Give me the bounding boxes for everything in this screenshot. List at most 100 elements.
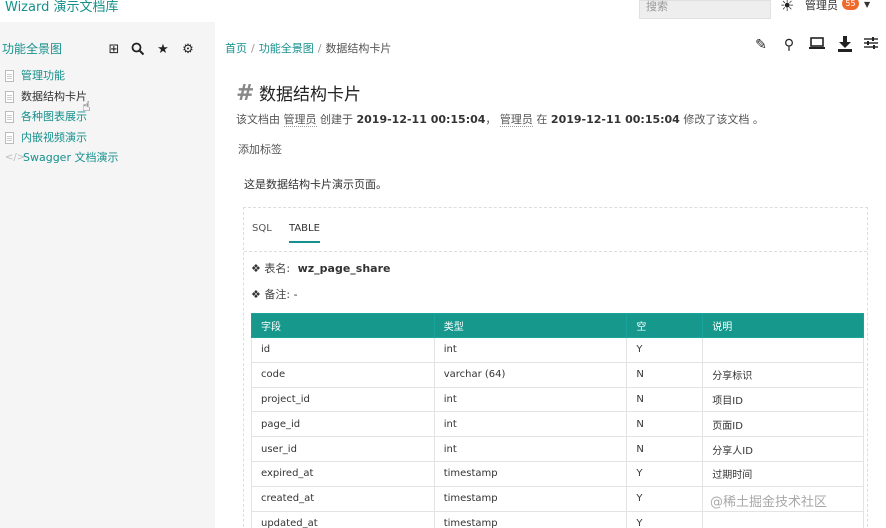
code-icon: </>: [5, 152, 26, 163]
attachment-paperclip-icon[interactable]: ⚲: [780, 36, 798, 54]
cell-field: created_at: [251, 485, 435, 512]
mouse-cursor-icon: ☝: [82, 99, 91, 115]
cell-null: Y: [626, 485, 704, 512]
watermark: @稀土掘金技术社区: [710, 495, 828, 510]
table-name-value: wz_page_share: [297, 262, 391, 275]
meta-suffix: 修改了该文档 。: [683, 113, 764, 126]
cell-type: varchar (64): [433, 361, 628, 388]
sidebar-item-label: 内嵌视频演示: [21, 130, 87, 144]
breadcrumb-home[interactable]: 首页: [225, 42, 247, 55]
document-icon: [5, 111, 14, 123]
table-name-label: 表名:: [264, 262, 291, 275]
intro-text: 这是数据结构卡片演示页面。: [244, 178, 387, 191]
cell-field: id: [251, 337, 435, 363]
breadcrumb: 首页 / 功能全景图 / 数据结构卡片: [225, 42, 391, 56]
table-row: id int Y: [251, 337, 864, 363]
sidebar-item-swagger[interactable]: </> Swagger 文档演示: [0, 148, 215, 169]
meta-created-at: 2019-12-11 00:15:04: [356, 113, 486, 126]
meta-modifier-link[interactable]: 管理员: [499, 113, 533, 127]
cell-field: expired_at: [251, 460, 435, 487]
search-icon[interactable]: [130, 42, 146, 58]
breadcrumb-separator: /: [317, 42, 322, 55]
cell-desc: 分享标识: [702, 361, 864, 388]
tab-table[interactable]: TABLE: [289, 222, 320, 243]
cell-desc: 项目ID: [702, 386, 864, 413]
diamond-bullet-icon: ❖: [251, 288, 261, 301]
column-header-field: 字段: [251, 313, 435, 338]
table-name-line: ❖ 表名: wz_page_share: [251, 262, 390, 276]
cell-null: N: [626, 436, 704, 462]
cell-null: Y: [626, 460, 704, 487]
meta-created-label: 创建于: [320, 113, 353, 126]
star-icon[interactable]: ★: [155, 42, 171, 58]
laptop-present-icon[interactable]: [808, 36, 826, 54]
sidebar-item-data-card[interactable]: 数据结构卡片: [0, 87, 215, 108]
sidebar-item-manage[interactable]: 管理功能: [0, 66, 215, 87]
tab-sql[interactable]: SQL: [252, 222, 272, 236]
comment-label: 备注:: [264, 288, 291, 301]
add-document-icon[interactable]: ⊞: [106, 42, 122, 58]
sidebar-item-label: 各种图表展示: [21, 110, 87, 123]
user-menu[interactable]: 管理员: [805, 0, 838, 12]
table-comment-line: ❖ 备注: -: [251, 288, 298, 302]
sidebar-item-label: 数据结构卡片: [21, 89, 87, 103]
download-icon[interactable]: [836, 36, 854, 54]
cell-field: page_id: [251, 411, 435, 438]
gear-icon[interactable]: ⚙: [180, 42, 196, 58]
cell-null: Y: [626, 337, 704, 363]
hash-icon: #: [236, 81, 255, 106]
cell-field: updated_at: [251, 510, 435, 528]
top-bar: Wizard 演示文档库 搜索 ☀ 管理员 55 ▼: [0, 0, 886, 22]
app-brand[interactable]: Wizard 演示文档库: [5, 0, 118, 16]
diamond-bullet-icon: ❖: [251, 262, 261, 275]
sidebar-item-video[interactable]: 内嵌视频演示: [0, 128, 215, 149]
cell-type: timestamp: [433, 510, 628, 528]
document-icon: [5, 70, 14, 82]
meta-modified-label: 在: [536, 113, 548, 126]
document-icon: [5, 90, 14, 103]
table-row: code varchar (64) N 分享标识: [251, 361, 864, 388]
sidebar-title[interactable]: 功能全景图: [2, 42, 62, 56]
document-meta: 该文档由 管理员 创建于 2019-12-11 00:15:04， 管理员 在 …: [236, 113, 764, 127]
cell-type: int: [433, 436, 628, 462]
cell-field: code: [251, 361, 435, 388]
breadcrumb-current: 数据结构卡片: [325, 42, 392, 55]
cell-desc: [702, 337, 864, 363]
add-tag-button[interactable]: 添加标签: [238, 143, 282, 157]
table-row: project_id int N 项目ID: [251, 386, 864, 413]
data-structure-card: SQL TABLE ❖ 表名: wz_page_share ❖ 备注: - 字段…: [243, 207, 868, 528]
cell-desc: 分享人ID: [702, 436, 864, 462]
breadcrumb-parent[interactable]: 功能全景图: [259, 42, 314, 55]
table-header-row: 字段 类型 空 说明: [251, 313, 864, 338]
cell-type: int: [433, 411, 628, 438]
notification-badge[interactable]: 55: [842, 0, 859, 10]
table-row: user_id int N 分享人ID: [251, 436, 864, 462]
cell-type: timestamp: [433, 485, 628, 512]
edit-pencil-icon[interactable]: ✎: [752, 36, 770, 54]
cell-null: Y: [626, 510, 704, 528]
breadcrumb-separator: /: [251, 42, 255, 55]
cell-desc: 页面ID: [702, 411, 864, 438]
comment-value: -: [293, 288, 298, 301]
column-header-desc: 说明: [702, 313, 864, 338]
document-toolbar: ✎ ⚲: [752, 36, 882, 54]
cell-desc: 过期时间: [702, 460, 864, 487]
table-row: expired_at timestamp Y 过期时间: [251, 460, 864, 487]
search-input[interactable]: 搜索: [639, 0, 771, 19]
document-content: # 数据结构卡片 该文档由 管理员 创建于 2019-12-11 00:15:0…: [215, 66, 886, 528]
meta-comma: ，: [485, 113, 497, 126]
column-header-null: 空: [626, 313, 704, 338]
sidebar-item-label: 管理功能: [21, 69, 65, 82]
sidebar-item-label: Swagger 文档演示: [23, 151, 119, 164]
meta-prefix: 该文档由: [236, 113, 280, 126]
settings-sliders-icon[interactable]: [862, 36, 880, 54]
theme-toggle-sun-icon[interactable]: ☀: [780, 0, 798, 14]
document-tree: 管理功能 数据结构卡片 各种图表展示 内嵌视频演示 </> Swagger 文档…: [0, 66, 215, 169]
page-title: 数据结构卡片: [259, 85, 361, 105]
caret-down-icon[interactable]: ▼: [864, 0, 874, 10]
cell-field: project_id: [251, 386, 435, 413]
cell-type: int: [433, 386, 628, 413]
sidebar-item-charts[interactable]: 各种图表展示: [0, 107, 215, 128]
card-tabs: SQL TABLE: [244, 208, 867, 252]
meta-creator-link[interactable]: 管理员: [283, 113, 317, 127]
